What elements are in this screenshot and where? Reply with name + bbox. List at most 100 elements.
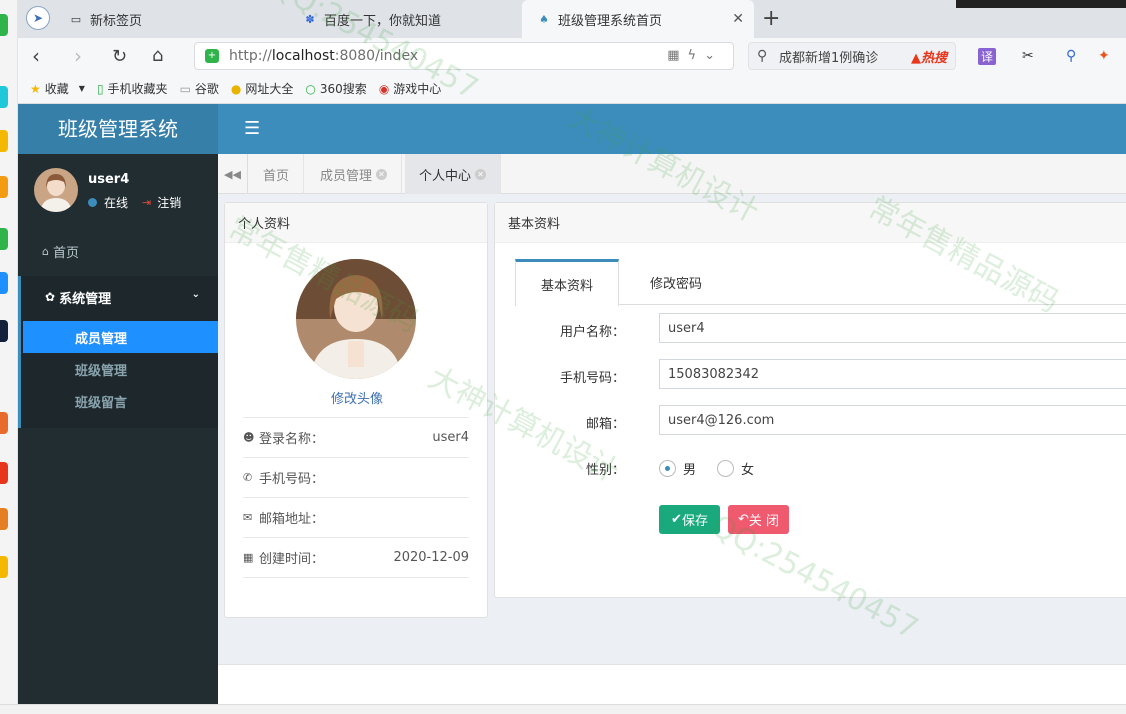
scissors-icon[interactable]: ✂	[1022, 48, 1034, 64]
leaf-icon: ♠	[539, 12, 549, 26]
os-dock-strip	[0, 0, 18, 714]
change-avatar-link[interactable]: 修改头像	[225, 388, 489, 407]
new-tab-icon[interactable]: +	[762, 6, 780, 31]
info-row-created: ▦ 创建时间： 2020-12-09	[243, 537, 469, 577]
bookmark-google[interactable]: ▭ 谷歌	[180, 80, 219, 97]
radio-unchecked-icon[interactable]	[717, 460, 734, 477]
sidebar-item-messages[interactable]: 班级留言	[23, 385, 218, 417]
tab-basic-info[interactable]: 基本资料	[515, 259, 619, 306]
hot-search-badge[interactable]: ▲热搜	[911, 47, 947, 66]
address-bar: ‹ › ↻ ⌂ + http://localhost:8080/index ▦ϟ…	[18, 38, 1126, 74]
close-tab-icon[interactable]: ✕	[732, 11, 744, 27]
phone-input[interactable]: 15083082342	[659, 359, 1126, 389]
envelope-icon: ✉	[243, 511, 253, 524]
game-extension-icon[interactable]: ✦	[1098, 48, 1110, 64]
sidebar: user4 在线 ⇥ 注销 ⌂ 首页 ✿ 系统管理 ⌄ 成员管理 班级管理 班级…	[18, 154, 218, 704]
online-dot-icon	[88, 198, 97, 207]
tab-members[interactable]: 成员管理 ✕	[306, 154, 403, 194]
sidebar-username: user4	[88, 172, 130, 187]
browser-tab-newtab[interactable]: ▭ 新标签页	[54, 0, 284, 38]
logout-link[interactable]: 注销	[157, 194, 181, 211]
tab-page-icon: ▭	[70, 12, 82, 26]
tab-profile[interactable]: 个人中心 ✕	[405, 154, 502, 194]
close-tab-icon[interactable]: ✕	[376, 168, 388, 180]
window-controls-area	[956, 0, 1126, 8]
label-username: 用户名称：	[559, 325, 625, 340]
radio-checked-icon[interactable]	[659, 460, 676, 477]
user-icon: ☻	[243, 431, 255, 444]
browser-tab-bar: ➤ ▭ 新标签页 ✽ 百度一下，你就知道 ♠ 班级管理系统首页 ✕ +	[18, 0, 1126, 38]
basic-box-header: 基本资料	[495, 203, 1126, 243]
info-row-login: ☻ 登录名称： user4	[243, 417, 469, 457]
back-icon[interactable]: ‹	[32, 44, 40, 68]
fire-icon: ▲	[910, 50, 921, 66]
gender-radio-female[interactable]: 女	[717, 459, 754, 478]
avatar	[34, 168, 78, 212]
info-row-phone: ✆ 手机号码：	[243, 457, 469, 497]
content-tabs: ◀◀ 首页 成员管理 ✕ 个人中心 ✕	[218, 154, 1126, 194]
label-gender: 性别：	[585, 463, 625, 478]
bookmark-mobile[interactable]: ▯ 手机收藏夹	[97, 80, 168, 97]
app-header: 班级管理系统 ☰	[18, 104, 1126, 154]
label-email: 邮箱：	[585, 417, 625, 432]
calendar-icon: ▦	[243, 551, 254, 564]
tab-change-password[interactable]: 修改密码	[631, 259, 721, 305]
logout-icon[interactable]: ⇥	[142, 196, 151, 209]
url-tools-icons[interactable]: ▦ϟ⌄	[667, 48, 723, 63]
bookmark-favorites[interactable]: ★ 收藏 ▼	[30, 80, 85, 97]
info-row-divider	[243, 577, 469, 578]
basic-info-box: 基本资料 基本资料 修改密码 用户名称： user4 手机号码： 1508308…	[494, 202, 1126, 598]
page-footer	[218, 664, 1126, 704]
sidebar-group-header[interactable]: ✿ 系统管理 ⌄	[21, 276, 218, 318]
profile-box-header: 个人资料	[225, 203, 487, 243]
label-phone: 手机号码：	[559, 371, 625, 386]
reload-icon[interactable]: ↻	[112, 46, 127, 67]
gamepad-icon: ◉	[378, 81, 390, 96]
gear-icon: ✿	[45, 290, 56, 304]
home-icon: ⌂	[42, 244, 49, 258]
form-tabs: 基本资料 修改密码	[515, 259, 1126, 306]
sidebar-group-system: ✿ 系统管理 ⌄ 成员管理 班级管理 班级留言	[18, 276, 218, 428]
user-status: 在线 ⇥ 注销	[88, 194, 181, 211]
search-extension-icon[interactable]: ⚲	[1066, 48, 1076, 64]
gender-radio-male[interactable]: 男	[659, 459, 696, 478]
browser-tab-baidu[interactable]: ✽ 百度一下，你就知道	[288, 0, 518, 38]
search-icon: ⚲	[757, 48, 768, 64]
secure-shield-icon: +	[205, 49, 219, 63]
app-logo[interactable]: 班级管理系统	[18, 104, 218, 154]
sidebar-item-members[interactable]: 成员管理	[23, 321, 218, 353]
caret-down-icon: ▼	[78, 84, 85, 93]
browser-tab-active[interactable]: ♠ 班级管理系统首页 ✕	[522, 0, 754, 38]
email-input[interactable]: user4@126.com	[659, 405, 1126, 435]
sidebar-toggle-icon[interactable]: ☰	[244, 118, 260, 139]
baidu-paw-icon: ✽	[305, 12, 315, 26]
phone-icon: ✆	[243, 471, 253, 484]
bookmark-nav[interactable]: ● 网址大全	[231, 80, 294, 97]
page-icon: ▭	[179, 81, 191, 96]
home-icon[interactable]: ⌂	[152, 45, 163, 66]
close-button[interactable]: ↶ 关 闭	[728, 505, 789, 534]
profile-avatar	[296, 259, 416, 379]
close-tab-icon[interactable]: ✕	[475, 168, 487, 180]
user-panel: user4 在线 ⇥ 注销	[18, 154, 218, 228]
sidebar-item-classes[interactable]: 班级管理	[23, 353, 218, 385]
bookmarks-bar: ★ 收藏 ▼ ▯ 手机收藏夹 ▭ 谷歌 ● 网址大全 ○ 360搜索 ◉ 游戏中心	[18, 74, 1126, 104]
globe-icon: ●	[230, 81, 242, 96]
bookmark-360[interactable]: ○ 360搜索	[305, 80, 366, 97]
check-icon: ✔	[671, 512, 682, 527]
main-content: ◀◀ 首页 成员管理 ✕ 个人中心 ✕ 个人资料 修改头像 ☻ 登录名称： us…	[218, 154, 1126, 704]
info-row-email: ✉ 邮箱地址：	[243, 497, 469, 537]
profile-box: 个人资料 修改头像 ☻ 登录名称： user4 ✆ 手机号码： ✉ 邮箱地址：	[224, 202, 488, 618]
save-button[interactable]: ✔ 保存	[659, 505, 720, 534]
bookmark-games[interactable]: ◉ 游戏中心	[379, 80, 442, 97]
sidebar-item-home[interactable]: ⌂ 首页	[18, 234, 218, 268]
username-input[interactable]: user4	[659, 313, 1126, 343]
tab-home[interactable]: 首页	[249, 154, 305, 194]
search-input[interactable]: ⚲ 成都新增1例确诊 ▲热搜	[748, 42, 956, 70]
browser-logo-icon[interactable]: ➤	[26, 6, 50, 30]
ring-icon: ○	[305, 81, 316, 96]
tabs-scroll-left-icon[interactable]: ◀◀	[218, 154, 248, 194]
url-input[interactable]: + http://localhost:8080/index ▦ϟ⌄	[194, 42, 734, 70]
translate-extension-icon[interactable]: 译	[978, 48, 997, 65]
forward-icon[interactable]: ›	[74, 44, 82, 68]
